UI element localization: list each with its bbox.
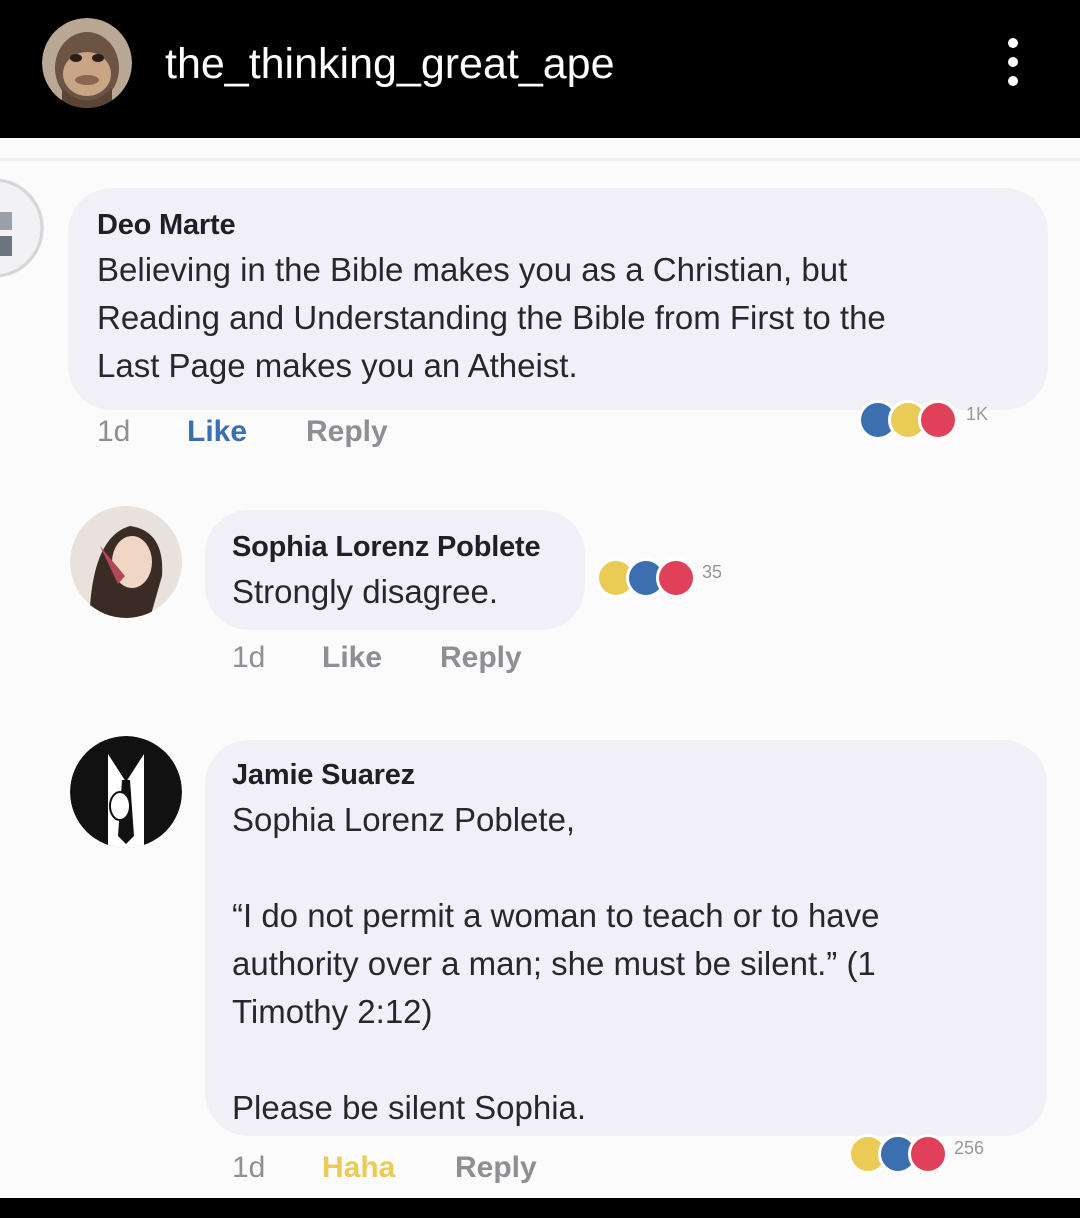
partial-avatar-icon [0,178,44,278]
reaction-count: 1K [966,404,989,424]
profile-username[interactable]: the_thinking_great_ape [165,38,614,90]
comment-author[interactable]: Jamie Suarez [232,758,415,792]
reply-button[interactable]: Reply [455,1150,537,1186]
reaction-count: 35 [702,562,723,582]
reply-button[interactable]: Reply [306,414,388,450]
love-icon [918,400,958,440]
comment-text: Strongly disagree. [232,573,498,610]
reply-button[interactable]: Reply [440,640,522,676]
more-options-icon[interactable] [1003,38,1023,86]
reactions-summary[interactable]: 35 [596,558,766,602]
love-icon [908,1134,948,1174]
ape-avatar-icon [42,18,132,108]
like-button[interactable]: Like [322,640,382,676]
comment-time: 1d [232,1151,266,1184]
reaction-count: 256 [954,1138,985,1158]
comment-author[interactable]: Deo Marte [97,208,236,242]
comment-time: 1d [97,415,131,448]
reactions-summary[interactable]: 1K [858,400,1028,444]
profile-avatar[interactable] [42,18,132,108]
reactions-summary[interactable]: 256 [848,1134,1028,1178]
commenter-avatar[interactable] [70,506,182,618]
love-icon [656,558,696,598]
screenshot-post: Deo Marte Believing in the Bible makes y… [0,138,1080,1198]
comment-text: Sophia Lorenz Poblete, “I do not permit … [232,801,880,1126]
haha-button[interactable]: Haha [322,1150,395,1186]
woman-avatar-icon [70,506,182,618]
comment-author[interactable]: Sophia Lorenz Poblete [232,530,541,564]
suit-avatar-icon [70,736,182,848]
post-header: the_thinking_great_ape [0,0,1080,138]
bottom-bar [0,1198,1080,1218]
commenter-avatar[interactable] [0,178,44,278]
comment-text: Believing in the Bible makes you as a Ch… [97,251,886,384]
commenter-avatar[interactable] [70,736,182,848]
divider [0,158,1080,161]
like-button[interactable]: Like [187,414,247,450]
comment-time: 1d [232,641,266,674]
